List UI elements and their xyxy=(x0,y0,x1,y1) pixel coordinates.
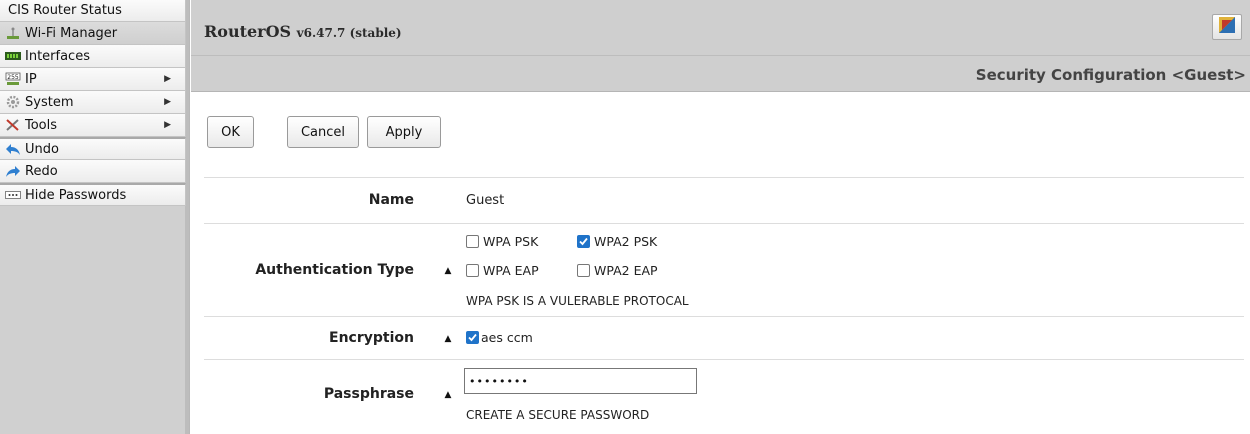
auth-type-hint: WPA PSK IS A VULERABLE PROTOCAL xyxy=(466,294,689,308)
auth-wpa-eap-checkbox[interactable]: WPA EAP xyxy=(466,263,539,278)
sidebar-item-label: IP xyxy=(25,71,37,87)
page-title: Security Configuration <Guest> xyxy=(975,66,1246,84)
sidebar: CIS Router Status Wi-Fi Manager Interfac… xyxy=(0,0,190,434)
auth-wpa2-eap-checkbox[interactable]: WPA2 EAP xyxy=(577,263,658,278)
passphrase-input[interactable] xyxy=(464,368,697,394)
apply-button[interactable]: Apply xyxy=(367,116,441,148)
interfaces-icon xyxy=(5,49,21,63)
auth-wpa-psk-checkbox[interactable]: WPA PSK xyxy=(466,234,538,249)
passphrase-label: Passphrase xyxy=(323,386,414,402)
name-label: Name xyxy=(368,192,414,208)
ip-icon: 255 xyxy=(5,72,21,86)
sidebar-item-label: Wi-Fi Manager xyxy=(25,25,118,41)
submenu-arrow-icon: ▶ xyxy=(164,97,171,107)
checkbox-label: WPA EAP xyxy=(483,263,539,278)
brand-title: RouterOS v6.47.7 (stable) xyxy=(204,22,402,41)
winbox-icon xyxy=(1219,17,1235,37)
sidebar-item-hide-passwords[interactable]: Hide Passwords xyxy=(0,183,186,206)
checkbox-label: WPA2 PSK xyxy=(594,234,658,249)
sidebar-item-label: System xyxy=(25,94,74,110)
sidebar-item-undo[interactable]: Undo xyxy=(0,137,186,160)
cancel-button[interactable]: Cancel xyxy=(287,116,359,148)
divider xyxy=(204,223,1244,224)
divider xyxy=(204,177,1244,178)
checkbox-box xyxy=(466,264,479,277)
sidebar-item-redo[interactable]: Redo xyxy=(0,160,186,183)
brand-name: RouterOS xyxy=(204,22,292,41)
wifi-icon xyxy=(5,26,21,40)
collapse-toggle-icon[interactable]: ▲ xyxy=(440,264,456,278)
sidebar-item-interfaces[interactable]: Interfaces xyxy=(0,45,186,68)
divider xyxy=(204,359,1244,360)
gear-icon xyxy=(5,95,21,109)
collapse-toggle-icon[interactable]: ▲ xyxy=(440,332,456,346)
submenu-arrow-icon: ▶ xyxy=(164,120,171,130)
sidebar-item-label: Redo xyxy=(25,163,58,179)
checkbox-box-checked xyxy=(577,235,590,248)
winbox-button[interactable] xyxy=(1212,14,1242,40)
sidebar-item-ip[interactable]: 255 IP ▶ xyxy=(0,68,186,91)
header: RouterOS v6.47.7 (stable) Security Confi… xyxy=(191,0,1250,92)
name-value: Guest xyxy=(466,193,505,208)
encryption-label: Encryption xyxy=(329,330,414,346)
svg-text:255: 255 xyxy=(7,74,19,81)
sidebar-item-wifi-manager[interactable]: Wi-Fi Manager xyxy=(0,22,186,45)
encryption-aes-ccm-checkbox[interactable]: aes ccm xyxy=(466,330,533,345)
header-divider xyxy=(191,55,1250,56)
password-dots-icon xyxy=(5,188,21,202)
checkmark-icon xyxy=(468,333,477,342)
checkmark-icon xyxy=(579,237,588,246)
sidebar-item-system[interactable]: System ▶ xyxy=(0,91,186,114)
checkbox-label: WPA PSK xyxy=(483,234,539,249)
collapse-toggle-icon[interactable]: ▲ xyxy=(440,388,456,402)
checkbox-label: WPA2 EAP xyxy=(594,263,658,278)
version-label: v6.47.7 (stable) xyxy=(296,26,402,40)
checkbox-box-checked xyxy=(466,331,479,344)
submenu-arrow-icon: ▶ xyxy=(164,74,171,84)
auth-wpa2-psk-checkbox[interactable]: WPA2 PSK xyxy=(577,234,657,249)
sidebar-item-label: Tools xyxy=(25,117,58,133)
sidebar-item-label: Interfaces xyxy=(25,48,90,64)
checkbox-label: aes ccm xyxy=(481,330,533,345)
sidebar-item-cis-router-status[interactable]: CIS Router Status xyxy=(0,0,186,22)
sidebar-item-label: Hide Passwords xyxy=(25,187,127,203)
ok-button[interactable]: OK xyxy=(207,116,254,148)
auth-type-label: Authentication Type xyxy=(255,262,414,278)
redo-icon xyxy=(5,164,21,178)
checkbox-box xyxy=(466,235,479,248)
sidebar-item-label: Undo xyxy=(25,141,59,157)
divider xyxy=(204,316,1244,317)
checkbox-box xyxy=(577,264,590,277)
sidebar-item-tools[interactable]: Tools ▶ xyxy=(0,114,186,137)
passphrase-hint: CREATE A SECURE PASSWORD xyxy=(466,408,650,422)
sidebar-item-label: CIS Router Status xyxy=(8,3,122,18)
undo-icon xyxy=(5,142,21,156)
tools-icon xyxy=(5,118,21,132)
